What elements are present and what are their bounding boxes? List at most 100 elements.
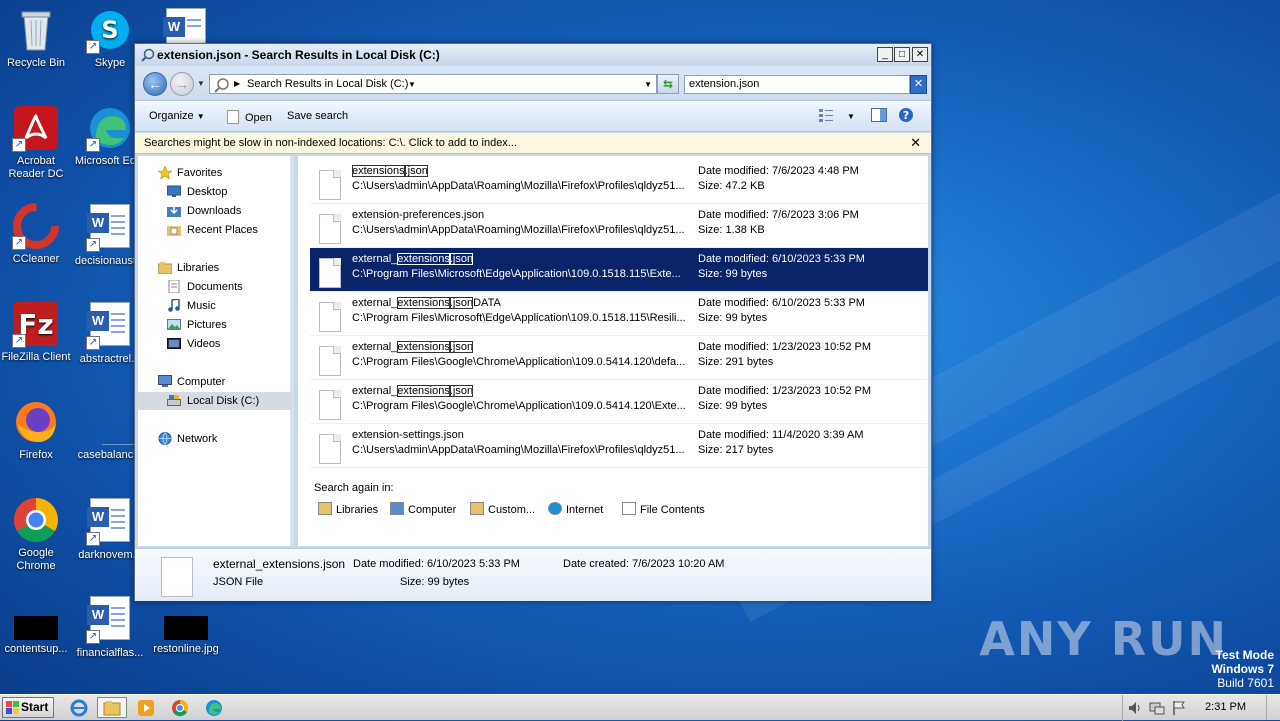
desktop-icon-filezilla[interactable]: Fz ↗ FileZilla Client [0, 300, 74, 364]
shortcut-arrow-icon: ↗ [86, 532, 100, 546]
taskbar: Start 2:31 PM [0, 694, 1280, 721]
help-icon[interactable]: ? [898, 107, 914, 126]
pictures-icon [167, 318, 181, 331]
json-file-icon [319, 434, 341, 464]
recent-pages-dropdown-icon[interactable]: ▼ [197, 79, 205, 88]
desktop-icon-ccleaner[interactable]: ↗ CCleaner [0, 202, 74, 266]
details-size: Size: 99 bytes [400, 576, 470, 588]
view-options-dropdown-icon[interactable]: ▼ [847, 112, 855, 121]
result-row[interactable]: external_extensions.jsonDATA C:\Program F… [310, 292, 928, 336]
search-again-custom-button[interactable]: Custom... [470, 502, 535, 516]
minimize-button[interactable]: _ [877, 47, 893, 62]
result-file-name: external_extensions.json [352, 253, 474, 265]
search-again-label-text: Custom... [488, 504, 536, 516]
search-again-libraries-button[interactable]: Libraries [318, 502, 378, 516]
desktop-icon-recycle-bin[interactable]: Recycle Bin [0, 6, 74, 70]
clear-search-button[interactable]: ✕ [910, 75, 927, 94]
desktop-icon-label: Acrobat Reader DC [8, 155, 64, 180]
close-icon: ✕ [913, 78, 924, 90]
search-again-label-text: File Contents [640, 504, 705, 516]
show-desktop-button[interactable] [1266, 695, 1280, 720]
result-file-name: external_extensions.json [352, 341, 474, 353]
start-button[interactable]: Start [2, 697, 54, 718]
organize-button[interactable]: Organize ▼ [149, 110, 205, 122]
nav-item-libraries[interactable]: Libraries [138, 259, 292, 277]
result-row[interactable]: external_extensions.json C:\Program Files… [310, 380, 928, 424]
nav-item-desktop[interactable]: Desktop [138, 183, 292, 201]
back-arrow-icon: ← [148, 76, 162, 92]
nav-item-music[interactable]: Music [138, 297, 292, 315]
music-icon [167, 298, 181, 312]
refresh-icon: ⇆ [662, 77, 674, 91]
taskbar-media-player-icon[interactable] [131, 697, 161, 718]
nav-item-pictures[interactable]: Pictures [138, 316, 292, 334]
preview-pane-icon[interactable] [871, 108, 887, 125]
taskbar-edge-icon[interactable] [199, 697, 229, 718]
forward-button[interactable]: → [170, 72, 194, 96]
file-name-part: external_ [352, 385, 398, 397]
close-button[interactable]: ✕ [912, 47, 928, 62]
nav-label: Computer [177, 376, 226, 388]
result-row[interactable]: extensions.json C:\Users\admin\AppData\Ro… [310, 160, 928, 204]
nav-item-favorites[interactable]: Favorites [138, 164, 292, 182]
open-button[interactable]: Open [227, 110, 272, 124]
star-icon [157, 165, 173, 180]
breadcrumb-chevron-icon[interactable]: ▶ [234, 79, 240, 88]
result-row[interactable]: extension-settings.json C:\Users\admin\Ap… [310, 424, 928, 468]
nav-item-documents[interactable]: Documents [138, 278, 292, 296]
search-again-internet-button[interactable]: Internet [548, 502, 603, 516]
result-file-name: extension-settings.json [352, 429, 464, 441]
result-row[interactable]: external_extensions.json C:\Program Files… [310, 248, 928, 292]
desktop-icon-firefox[interactable]: Firefox [0, 398, 74, 462]
close-icon[interactable]: ✕ [910, 135, 921, 151]
network-tray-icon[interactable] [1149, 700, 1165, 719]
speaker-icon[interactable] [1127, 700, 1143, 719]
desktop-icon-restonline[interactable]: restonline.jpg [148, 606, 224, 656]
search-again-computer-button[interactable]: Computer [390, 502, 456, 516]
test-mode-label: Test Mode Windows 7 Build 7601 [1211, 648, 1274, 690]
nav-item-videos[interactable]: Videos [138, 335, 292, 353]
file-name-part: external_ [352, 297, 398, 309]
search-input[interactable] [685, 76, 885, 92]
explorer-window: extension.json - Search Results in Local… [134, 43, 932, 601]
desktop-icon-chrome[interactable]: Google Chrome [0, 496, 74, 573]
taskbar-ie-icon[interactable] [64, 697, 94, 718]
search-term-highlight: extensions [397, 253, 450, 265]
search-term-highlight: .json [449, 253, 474, 265]
nav-item-downloads[interactable]: Downloads [138, 202, 292, 220]
title-bar[interactable]: extension.json - Search Results in Local… [135, 44, 931, 66]
navigation-pane: Favorites Desktop Downloads Recent Place… [138, 156, 294, 546]
desktop-icon-acrobat[interactable]: ↗ Acrobat Reader DC [0, 104, 74, 181]
nav-item-local-disk[interactable]: Local Disk (C:) [138, 392, 292, 410]
organize-label: Organize [149, 110, 194, 122]
address-history-dropdown-icon[interactable]: ▼ [644, 80, 652, 89]
desktop-icon-financialflas[interactable]: W ↗ financialflas... [72, 594, 148, 660]
nav-label: Pictures [187, 319, 227, 331]
desktop-icon-contentsup[interactable]: contentsup... [0, 606, 74, 656]
change-view-icon[interactable] [818, 108, 834, 125]
breadcrumb-dropdown-icon[interactable]: ▼ [408, 80, 416, 89]
search-folder-icon [141, 48, 155, 62]
refresh-button[interactable]: ⇆ [657, 74, 679, 94]
index-info-bar[interactable]: Searches might be slow in non-indexed lo… [135, 133, 931, 154]
nav-item-network[interactable]: Network [138, 430, 292, 448]
taskbar-explorer-icon[interactable] [97, 697, 127, 718]
taskbar-chrome-icon[interactable] [165, 697, 195, 718]
maximize-button[interactable]: □ [894, 47, 910, 62]
search-box[interactable] [684, 75, 910, 94]
back-button[interactable]: ← [143, 72, 167, 96]
json-file-icon [319, 258, 341, 288]
search-term-highlight: extensions [352, 165, 405, 177]
window-title: extension.json - Search Results in Local… [157, 48, 440, 62]
search-again-file-contents-button[interactable]: File Contents [622, 502, 705, 516]
address-bar[interactable]: ▶ Search Results in Local Disk (C:) ▼ ▼ [209, 74, 657, 94]
action-center-flag-icon[interactable] [1171, 700, 1187, 719]
nav-item-computer[interactable]: Computer [138, 373, 292, 391]
save-search-button[interactable]: Save search [287, 110, 348, 122]
nav-item-recent-places[interactable]: Recent Places [138, 221, 292, 239]
clock[interactable]: 2:31 PM [1205, 701, 1246, 713]
file-name-part: extension-settings.json [352, 429, 464, 441]
result-row[interactable]: extension-preferences.json C:\Users\admin… [310, 204, 928, 248]
result-file-path: C:\Program Files\Microsoft\Edge\Applicat… [352, 312, 686, 324]
result-row[interactable]: external_extensions.json C:\Program Files… [310, 336, 928, 380]
